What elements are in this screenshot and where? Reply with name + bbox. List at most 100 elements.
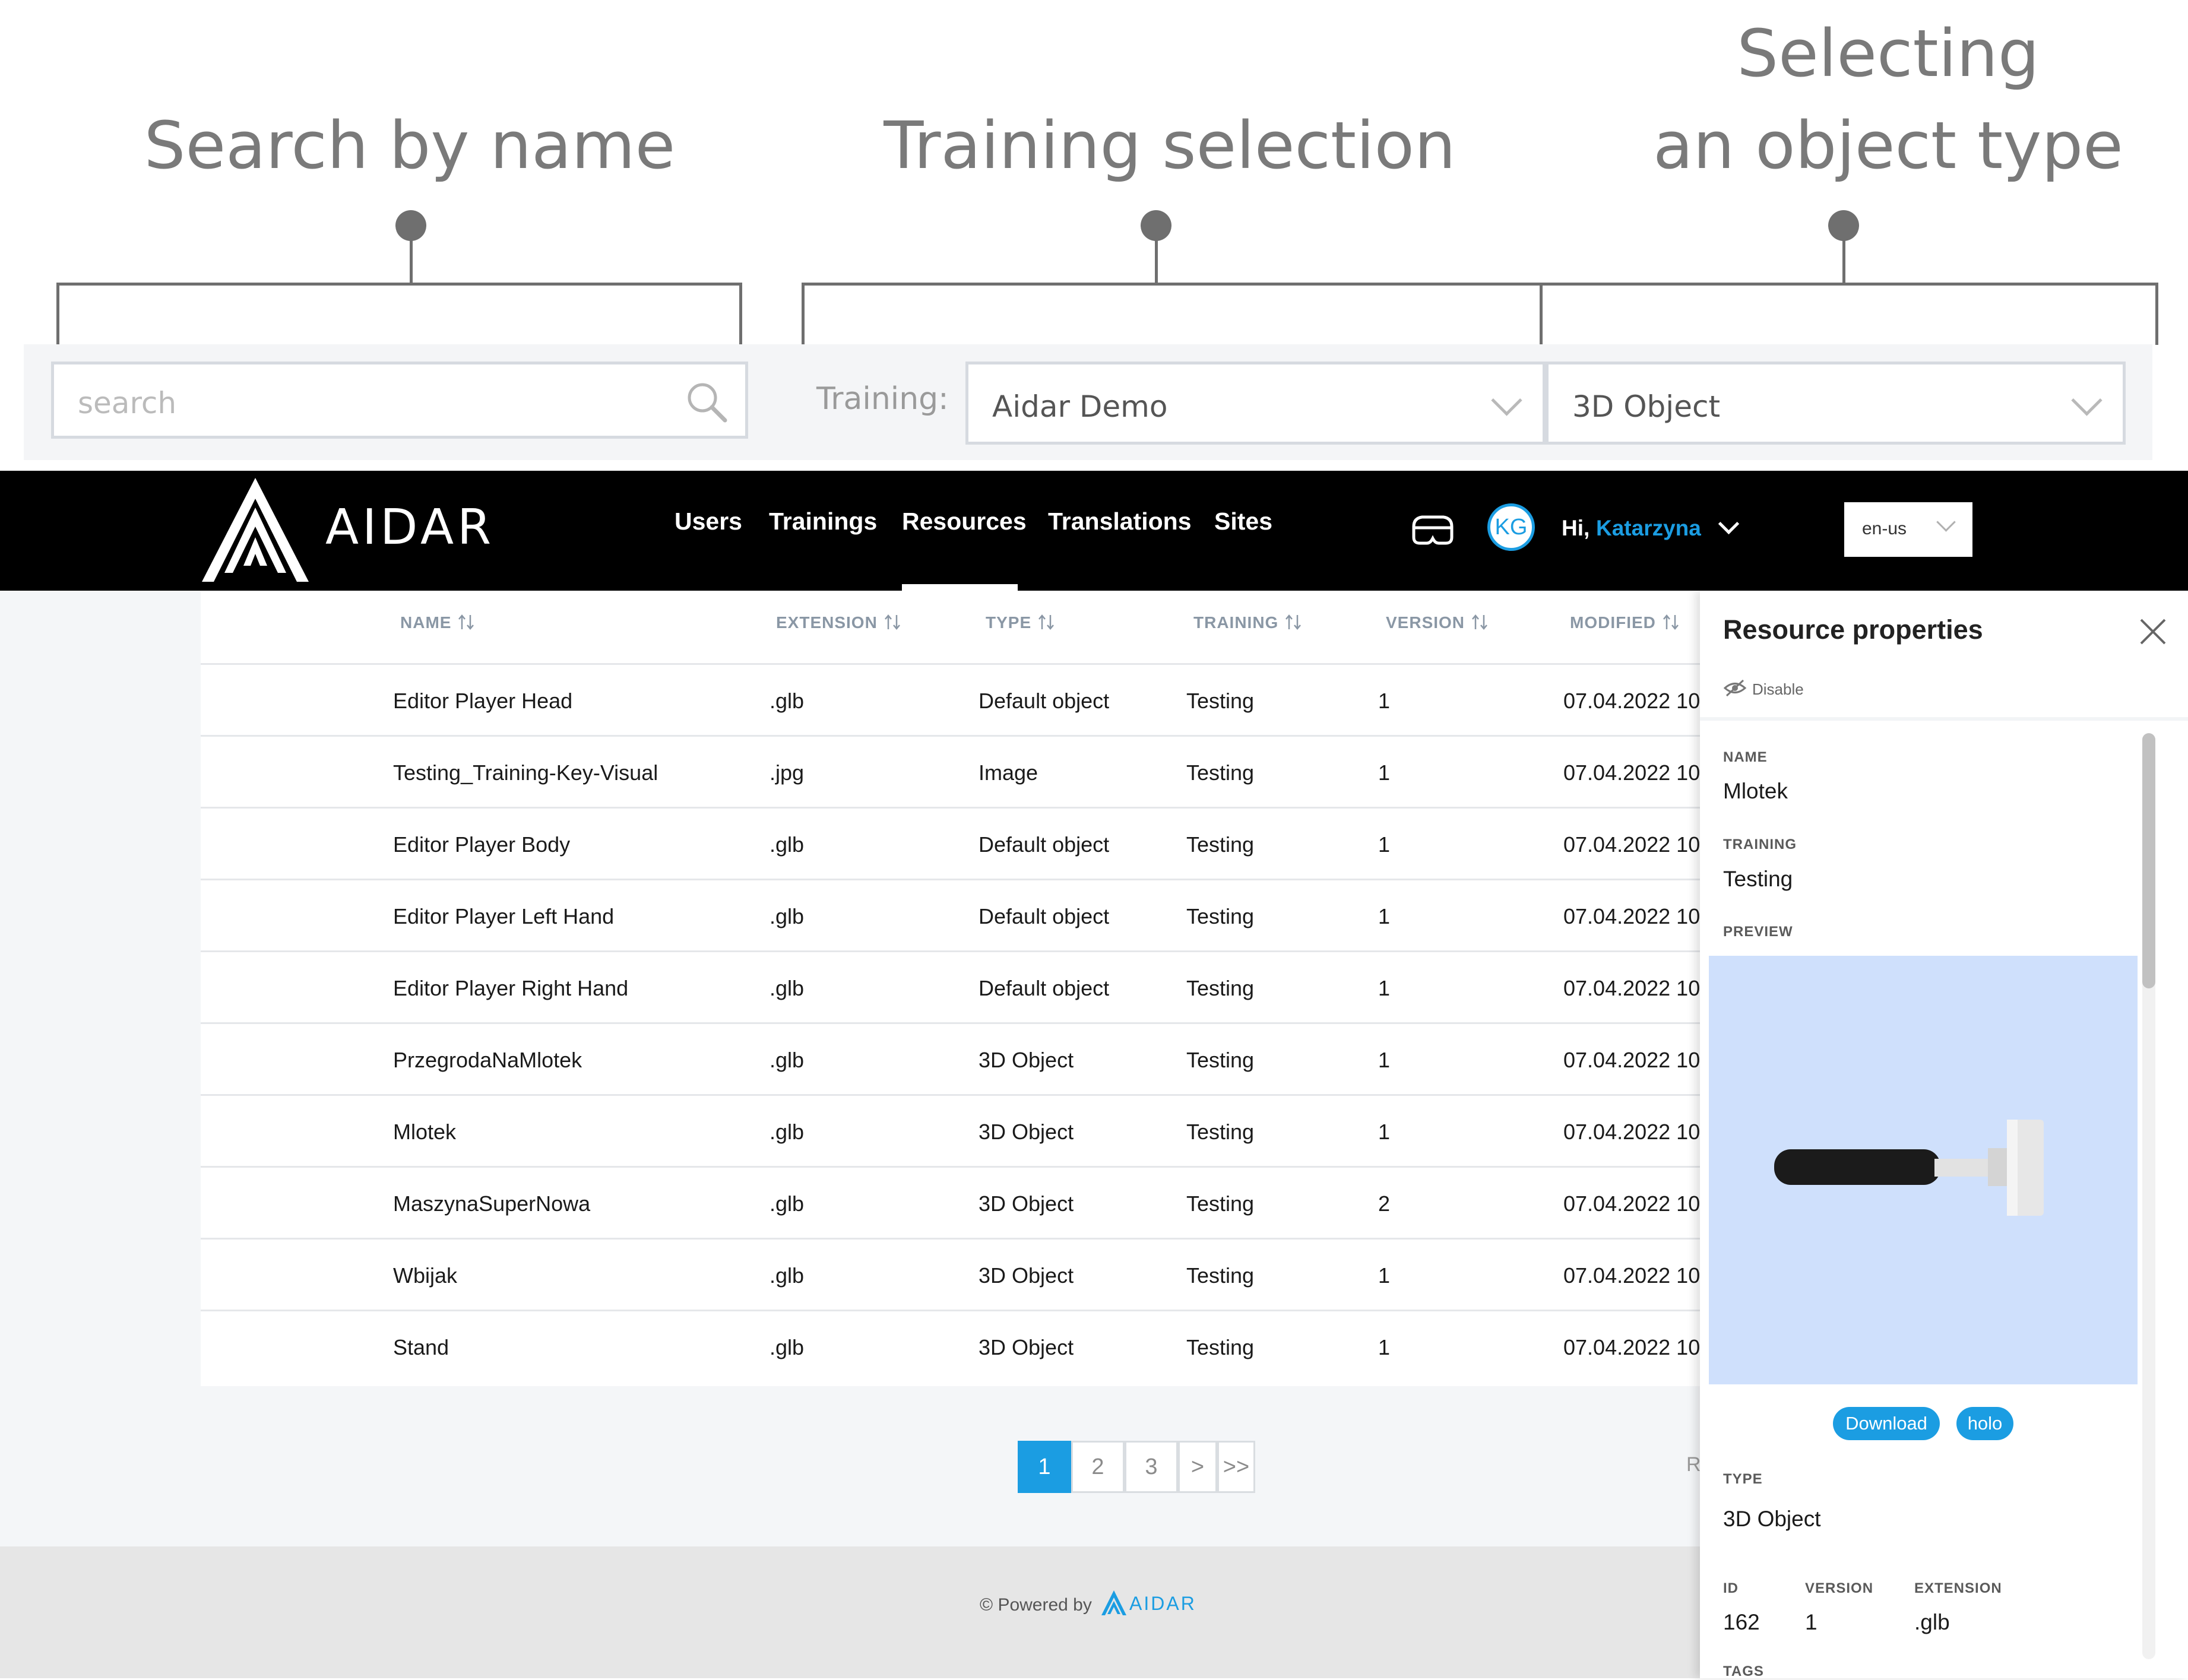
table-row[interactable]: Mlotek .glb 3D Object Testing 1 07.04.20… (201, 1094, 1700, 1168)
brand-name[interactable]: AIDAR (325, 499, 495, 556)
annotation-type-line1: Selecting (1737, 15, 2040, 91)
training-label: TRAINING (1723, 836, 1797, 852)
cell-type: Image (979, 760, 1038, 785)
search-input[interactable]: search (51, 362, 748, 439)
panel-divider (1700, 717, 2188, 721)
close-icon[interactable] (2139, 617, 2167, 646)
cell-version: 1 (1378, 689, 1391, 713)
name-value: Mlotek (1723, 779, 1788, 803)
user-name[interactable]: Katarzyna (1596, 516, 1701, 541)
cell-extension: .glb (770, 1191, 805, 1216)
panel-scrollbar-track[interactable] (2142, 733, 2155, 1659)
holo-button[interactable]: holo (1956, 1407, 2013, 1440)
vr-headset-icon[interactable] (1409, 506, 1456, 554)
language-select[interactable]: en-us (1844, 502, 1972, 557)
column-header-version[interactable]: VERSION (1386, 613, 1489, 632)
search-icon[interactable] (683, 379, 731, 426)
sort-icon[interactable] (1662, 614, 1680, 630)
nav-users[interactable]: Users (675, 508, 742, 535)
page-next-button[interactable]: > (1178, 1441, 1217, 1493)
nav-sites[interactable]: Sites (1214, 508, 1272, 535)
nav-active-indicator (902, 584, 1018, 591)
object-type-select[interactable]: 3D Object (1546, 362, 2126, 445)
page-button-1[interactable]: 1 (1018, 1441, 1071, 1493)
panel-scrollbar-thumb[interactable] (2142, 733, 2155, 988)
table-row[interactable]: Editor Player Body .glb Default object T… (201, 807, 1700, 880)
preview-viewport[interactable] (1709, 956, 2138, 1384)
column-header-extension[interactable]: EXTENSION (776, 613, 901, 632)
annotation-training-bracket-left (802, 283, 805, 345)
cell-type: 3D Object (979, 1048, 1074, 1072)
column-header-type[interactable]: TYPE (986, 613, 1055, 632)
table-row[interactable]: Editor Player Head .glb Default object T… (201, 663, 1700, 737)
table-row[interactable]: Wbijak .glb 3D Object Testing 1 07.04.20… (201, 1238, 1700, 1311)
nav-trainings[interactable]: Trainings (769, 508, 877, 535)
cell-extension: .glb (770, 1120, 805, 1144)
page-button-2[interactable]: 2 (1071, 1441, 1125, 1493)
chevron-down-icon (1936, 512, 1956, 532)
avatar[interactable]: KG (1487, 503, 1535, 551)
annotation-type-dot (1828, 210, 1859, 241)
cell-training: Testing (1186, 904, 1255, 928)
download-button[interactable]: Download (1833, 1407, 1940, 1440)
language-value: en-us (1862, 519, 1907, 538)
cell-modified: 07.04.2022 10 (1563, 760, 1701, 785)
annotation-type-line2: an object type (1653, 107, 2123, 183)
column-header-modified[interactable]: MODIFIED (1570, 613, 1680, 632)
sort-icon[interactable] (457, 614, 475, 630)
annotation-search-stem (410, 237, 413, 283)
annotation-search-bracket-right (739, 283, 742, 345)
nav-resources[interactable]: Resources (902, 508, 1027, 535)
table-row[interactable]: Testing_Training-Key-Visual .jpg Image T… (201, 735, 1700, 809)
cell-name: PrzegrodaNaMlotek (393, 1048, 582, 1072)
training-filter-label: Training: (816, 381, 949, 417)
cell-modified: 07.04.2022 10 (1563, 1120, 1701, 1144)
cell-version: 1 (1378, 760, 1391, 785)
table-row[interactable]: PrzegrodaNaMlotek .glb 3D Object Testing… (201, 1022, 1700, 1096)
sort-icon[interactable] (1471, 614, 1489, 630)
type-label: TYPE (1723, 1471, 1763, 1487)
cell-name: Stand (393, 1335, 449, 1359)
panel-title: Resource properties (1723, 614, 1983, 645)
cell-modified: 07.04.2022 10 (1563, 689, 1701, 713)
table-row[interactable]: Stand .glb 3D Object Testing 1 07.04.202… (201, 1310, 1700, 1383)
table-row[interactable]: Editor Player Right Hand .glb Default ob… (201, 950, 1700, 1024)
cell-extension: .glb (770, 1335, 805, 1359)
extension-value: .glb (1914, 1610, 1950, 1634)
cell-name: MaszynaSuperNowa (393, 1191, 591, 1216)
cell-modified: 07.04.2022 10 (1563, 832, 1701, 857)
aidar-logo-icon[interactable] (202, 478, 309, 582)
page-button-3[interactable]: 3 (1125, 1441, 1178, 1493)
cell-version: 1 (1378, 832, 1391, 857)
footer-brand[interactable]: AIDAR (1129, 1593, 1196, 1615)
cell-extension: .glb (770, 832, 805, 857)
id-label: ID (1723, 1580, 1739, 1596)
cell-type: Default object (979, 904, 1110, 928)
sort-icon[interactable] (884, 614, 901, 630)
cell-extension: .glb (770, 976, 805, 1000)
cell-type: 3D Object (979, 1263, 1074, 1288)
nav-translations[interactable]: Translations (1048, 508, 1192, 535)
annotation-training-stem (1155, 237, 1158, 283)
extension-label: EXTENSION (1914, 1580, 2002, 1596)
sort-icon[interactable] (1284, 614, 1302, 630)
cell-modified: 07.04.2022 10 (1563, 1263, 1701, 1288)
column-header-name[interactable]: NAME (400, 613, 475, 632)
annotation-type-bracket-left (1540, 283, 1543, 345)
table-row[interactable]: Editor Player Left Hand .glb Default obj… (201, 879, 1700, 952)
cell-name: Mlotek (393, 1120, 457, 1144)
sort-icon[interactable] (1037, 614, 1055, 630)
cell-training: Testing (1186, 1263, 1255, 1288)
training-select-value: Aidar Demo (992, 389, 1168, 424)
page-last-button[interactable]: >> (1217, 1441, 1255, 1493)
tags-label: TAGS (1723, 1663, 1764, 1679)
version-label: VERSION (1805, 1580, 1874, 1596)
training-select[interactable]: Aidar Demo (965, 362, 1546, 445)
preview-label: PREVIEW (1723, 924, 1793, 940)
cell-version: 1 (1378, 976, 1391, 1000)
cell-extension: .glb (770, 1263, 805, 1288)
hammer-preview-image (1774, 1120, 2044, 1216)
table-row[interactable]: MaszynaSuperNowa .glb 3D Object Testing … (201, 1166, 1700, 1240)
rows-per-page-label: R (1686, 1453, 1701, 1476)
column-header-training[interactable]: TRAINING (1193, 613, 1302, 632)
